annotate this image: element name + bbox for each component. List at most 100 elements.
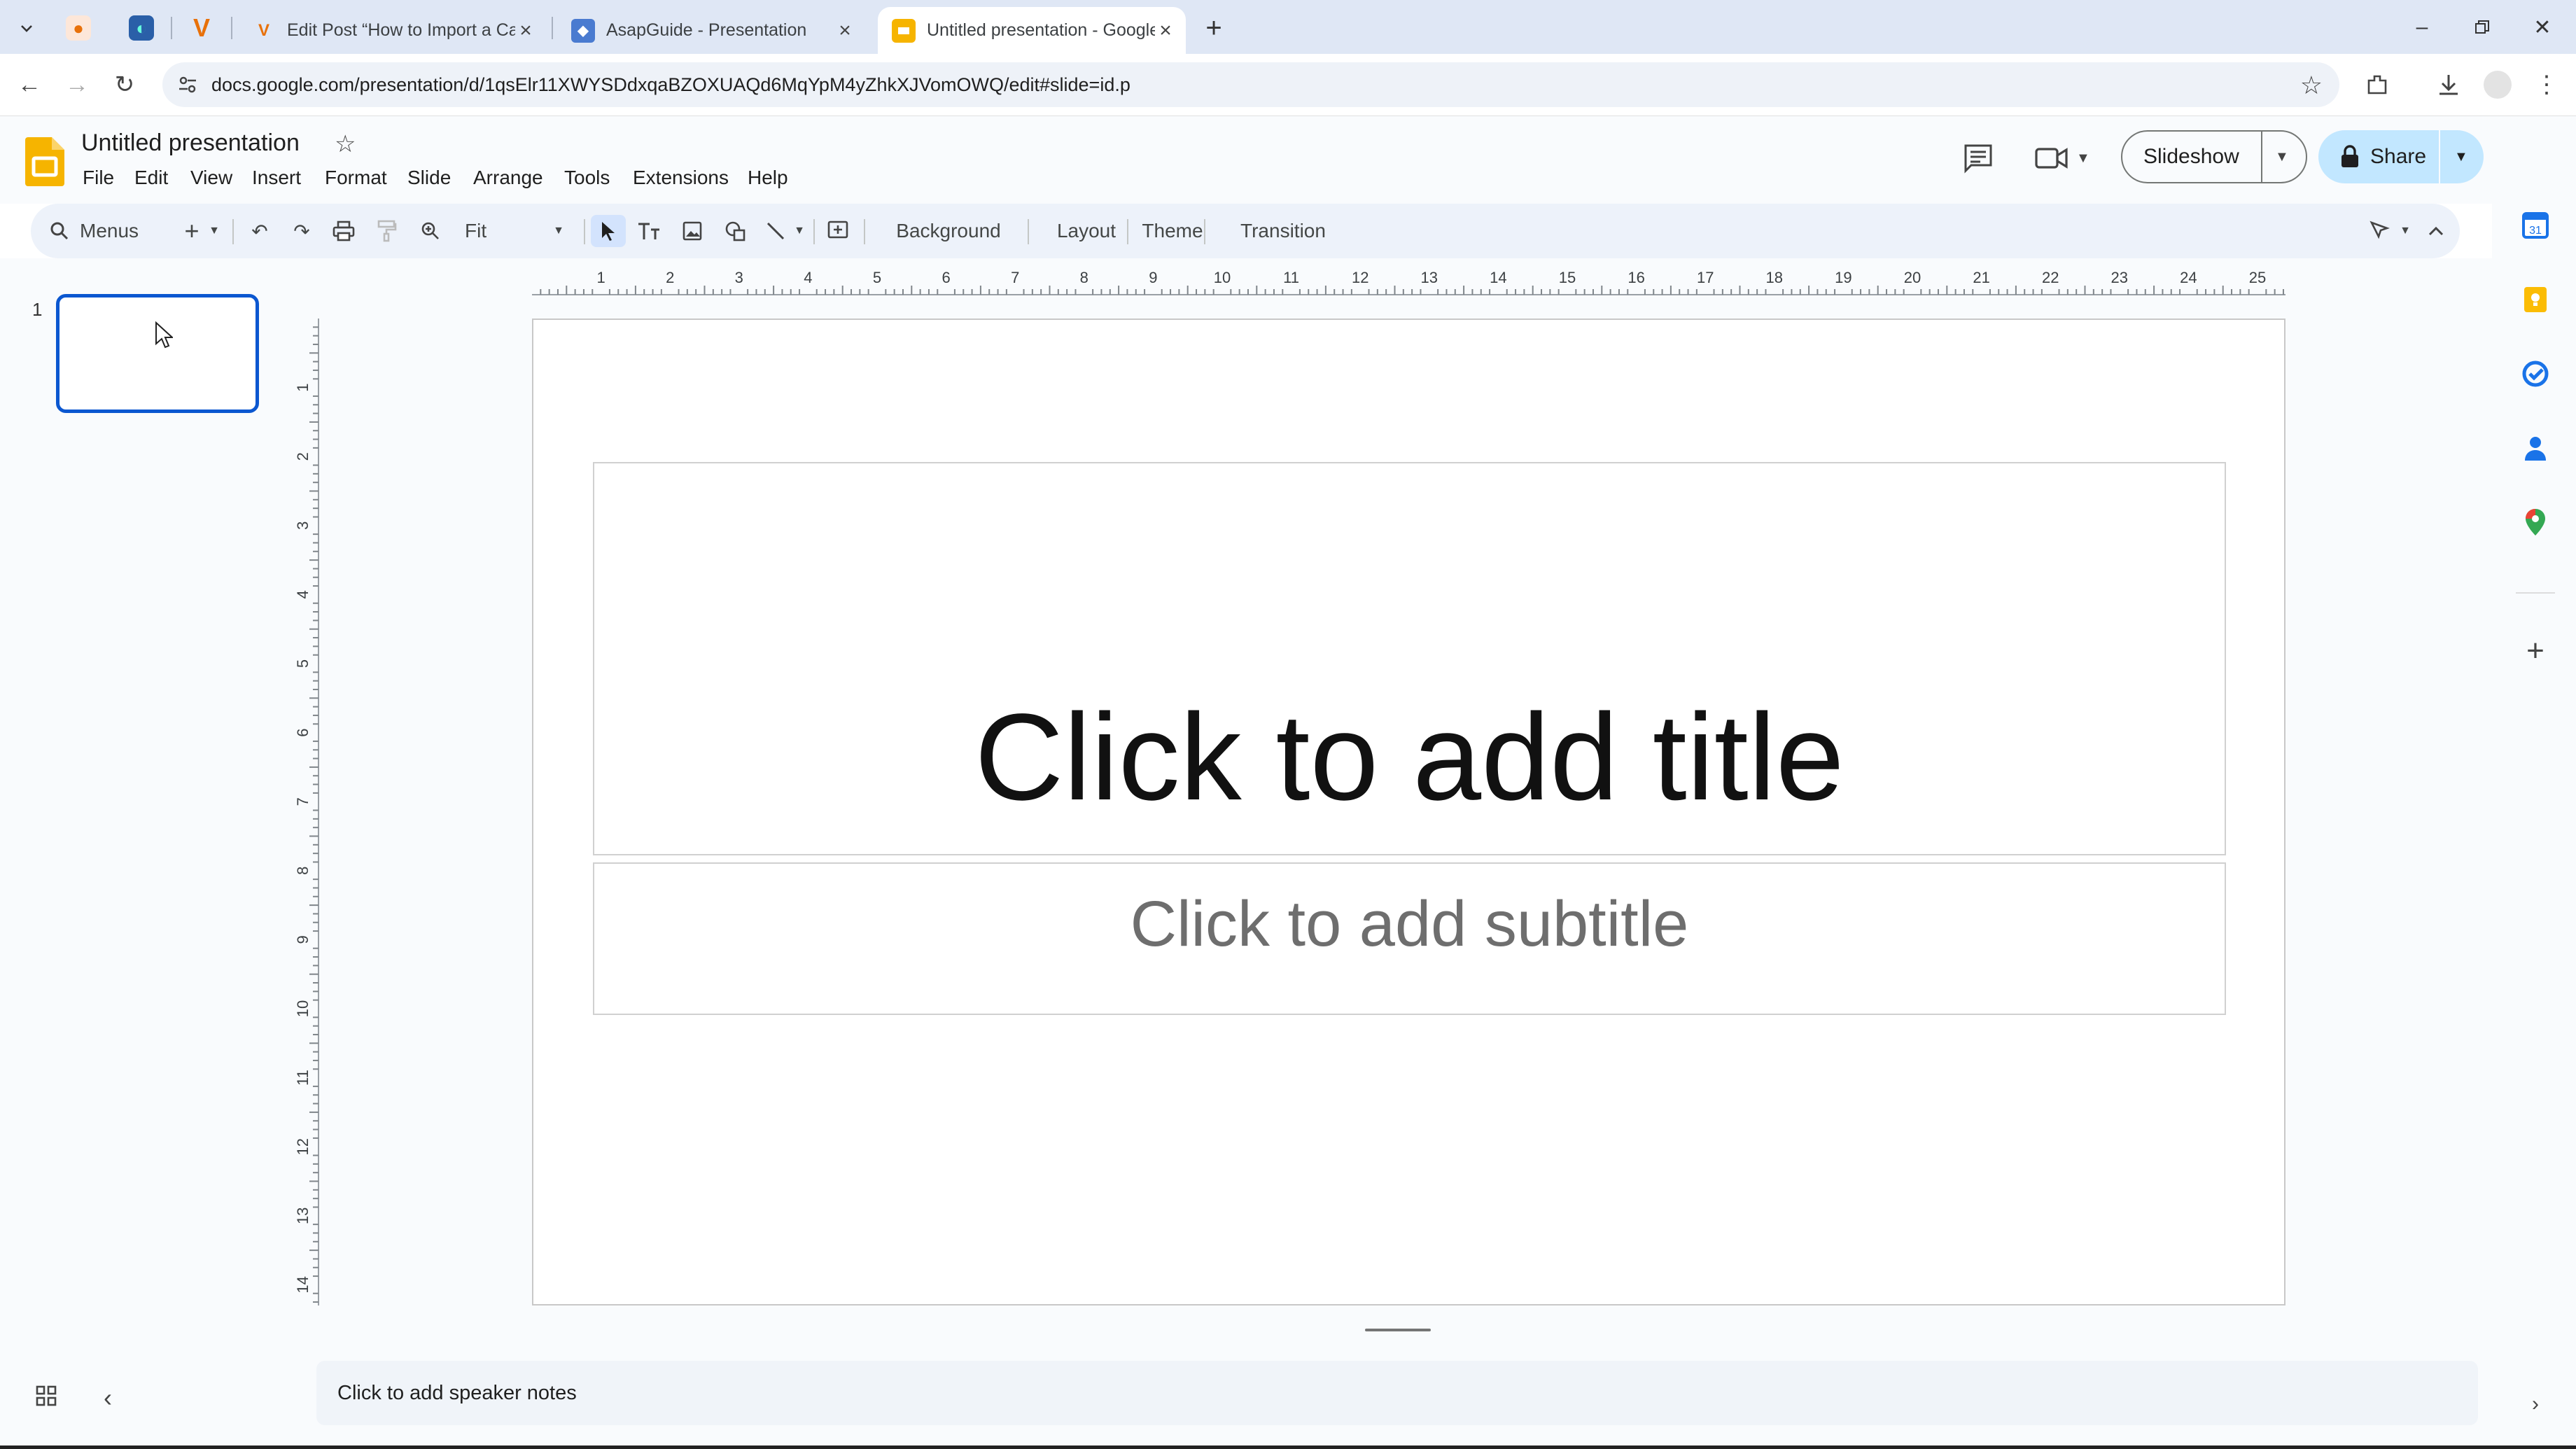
redo-icon[interactable]: ↷ xyxy=(286,215,318,247)
line-icon[interactable] xyxy=(760,215,791,247)
chevron-down-icon[interactable]: ▼ xyxy=(206,215,223,247)
ruler-label: 14 xyxy=(1490,269,1506,286)
extensions-icon[interactable] xyxy=(2358,65,2397,104)
slideshow-button[interactable]: Slideshow ▼ xyxy=(2121,130,2307,183)
contacts-icon[interactable] xyxy=(2520,433,2551,463)
browser-menu-icon[interactable]: ⋮ xyxy=(2527,65,2566,104)
tasks-icon[interactable] xyxy=(2520,358,2551,389)
meet-button[interactable]: ▼ xyxy=(2034,144,2090,172)
pinned-tab-3-icon[interactable]: V xyxy=(189,13,214,42)
speaker-notes-placeholder: Click to add speaker notes xyxy=(337,1381,577,1404)
document-title[interactable]: Untitled presentation xyxy=(81,130,300,157)
text-box-icon[interactable] xyxy=(631,215,666,247)
star-icon[interactable]: ☆ xyxy=(335,130,356,158)
close-tab-icon[interactable]: × xyxy=(1155,19,1176,43)
title-placeholder[interactable]: Click to add title xyxy=(593,462,2226,855)
zoom-icon[interactable] xyxy=(414,215,447,247)
forward-icon[interactable]: → xyxy=(57,65,97,104)
back-icon[interactable]: ← xyxy=(10,65,49,104)
minimize-icon[interactable]: – xyxy=(2401,10,2443,45)
menus-search[interactable]: Menus xyxy=(43,215,183,247)
ruler-label: 24 xyxy=(2180,269,2197,286)
search-icon xyxy=(50,222,69,240)
ruler-label: 3 xyxy=(735,269,743,286)
ruler-label: 15 xyxy=(1559,269,1576,286)
site-info-icon[interactable] xyxy=(176,74,199,99)
ruler-label: 5 xyxy=(294,659,312,668)
menu-format[interactable]: Format xyxy=(325,167,387,189)
browser-tab[interactable]: ◆ AsapGuide - Presentation × xyxy=(557,7,865,54)
undo-icon[interactable]: ↶ xyxy=(244,215,276,247)
notes-resize-handle[interactable] xyxy=(1365,1329,1431,1331)
close-tab-icon[interactable]: × xyxy=(515,19,536,43)
new-tab-icon[interactable]: + xyxy=(1201,13,1226,43)
maps-icon[interactable] xyxy=(2520,507,2551,538)
menu-arrange[interactable]: Arrange xyxy=(473,167,543,189)
side-panel: 31 + › xyxy=(2492,116,2576,1449)
divider xyxy=(584,219,585,244)
speaker-notes[interactable]: Click to add speaker notes xyxy=(316,1361,2478,1425)
image-icon[interactable] xyxy=(675,215,710,247)
shape-icon[interactable] xyxy=(718,215,753,247)
browser-tab[interactable]: V Edit Post “How to Import a Car × xyxy=(238,7,546,54)
menu-insert[interactable]: Insert xyxy=(252,167,301,189)
slide-thumbnail[interactable] xyxy=(56,294,259,413)
v-favicon-icon: V xyxy=(258,20,270,40)
show-side-panel-icon[interactable]: › xyxy=(2520,1389,2551,1420)
editing-mode-icon[interactable] xyxy=(2365,215,2397,247)
ruler-label: 11 xyxy=(1283,269,1299,286)
menu-view[interactable]: View xyxy=(190,167,232,189)
chevron-down-icon[interactable]: ▼ xyxy=(2454,149,2468,165)
paint-format-icon[interactable] xyxy=(371,215,403,247)
share-label: Share xyxy=(2370,145,2427,168)
tab-search-dropdown-icon[interactable] xyxy=(14,15,39,41)
slides-logo-icon[interactable] xyxy=(25,137,64,190)
background-button[interactable]: Background xyxy=(872,215,1025,247)
keep-icon[interactable] xyxy=(2520,284,2551,315)
mouse-cursor-icon xyxy=(155,321,173,349)
restore-icon[interactable] xyxy=(2461,10,2503,45)
menu-help[interactable]: Help xyxy=(748,167,788,189)
menu-file[interactable]: File xyxy=(83,167,114,189)
collapse-filmstrip-icon[interactable]: ‹ xyxy=(104,1383,112,1413)
transition-button[interactable]: Transition xyxy=(1210,215,1357,247)
profile-avatar[interactable] xyxy=(2478,65,2517,104)
share-button[interactable]: Share ▼ xyxy=(2318,130,2484,183)
insert-comment-icon[interactable] xyxy=(820,215,855,247)
new-slide-icon[interactable]: + xyxy=(178,215,206,247)
pinned-tab-1-icon[interactable]: ● xyxy=(66,15,91,41)
collapse-toolbar-icon[interactable] xyxy=(2421,215,2451,247)
menu-slide[interactable]: Slide xyxy=(407,167,451,189)
ruler-label: 4 xyxy=(804,269,812,286)
chevron-down-icon[interactable]: ▼ xyxy=(2275,149,2289,165)
close-window-icon[interactable]: ✕ xyxy=(2521,10,2563,45)
grid-view-icon[interactable] xyxy=(35,1385,57,1410)
pinned-tab-2-icon[interactable]: ◐ xyxy=(129,15,154,41)
menu-extensions[interactable]: Extensions xyxy=(633,167,729,189)
print-icon[interactable] xyxy=(328,215,360,247)
comments-icon[interactable] xyxy=(1963,143,1994,177)
ruler-label: 11 xyxy=(294,1070,312,1086)
reload-icon[interactable]: ↻ xyxy=(105,65,144,104)
chevron-down-icon[interactable]: ▼ xyxy=(2397,215,2414,247)
divider xyxy=(2439,130,2440,183)
get-addons-icon[interactable]: + xyxy=(2520,634,2551,668)
svg-text:31: 31 xyxy=(2529,225,2542,237)
url-field[interactable]: docs.google.com/presentation/d/1qsElr11X… xyxy=(162,62,2339,107)
select-tool-icon[interactable] xyxy=(591,215,626,247)
browser-tab-active[interactable]: Untitled presentation - Google × xyxy=(878,7,1186,54)
zoom-select[interactable]: Fit ▼ xyxy=(458,215,570,247)
bookmark-star-icon[interactable]: ☆ xyxy=(2300,71,2323,100)
calendar-icon[interactable]: 31 xyxy=(2520,210,2551,241)
divider xyxy=(864,219,865,244)
close-tab-icon[interactable]: × xyxy=(834,19,855,43)
downloads-icon[interactable] xyxy=(2429,65,2468,104)
slides-header: Untitled presentation ☆ File Edit View I… xyxy=(0,116,2492,204)
subtitle-placeholder[interactable]: Click to add subtitle xyxy=(593,862,2226,1015)
ruler-label: 9 xyxy=(1149,269,1157,286)
divider xyxy=(2261,132,2262,182)
chevron-down-icon[interactable]: ▼ xyxy=(791,215,808,247)
menu-edit[interactable]: Edit xyxy=(134,167,168,189)
menu-tools[interactable]: Tools xyxy=(564,167,610,189)
ruler-label: 12 xyxy=(294,1138,312,1155)
